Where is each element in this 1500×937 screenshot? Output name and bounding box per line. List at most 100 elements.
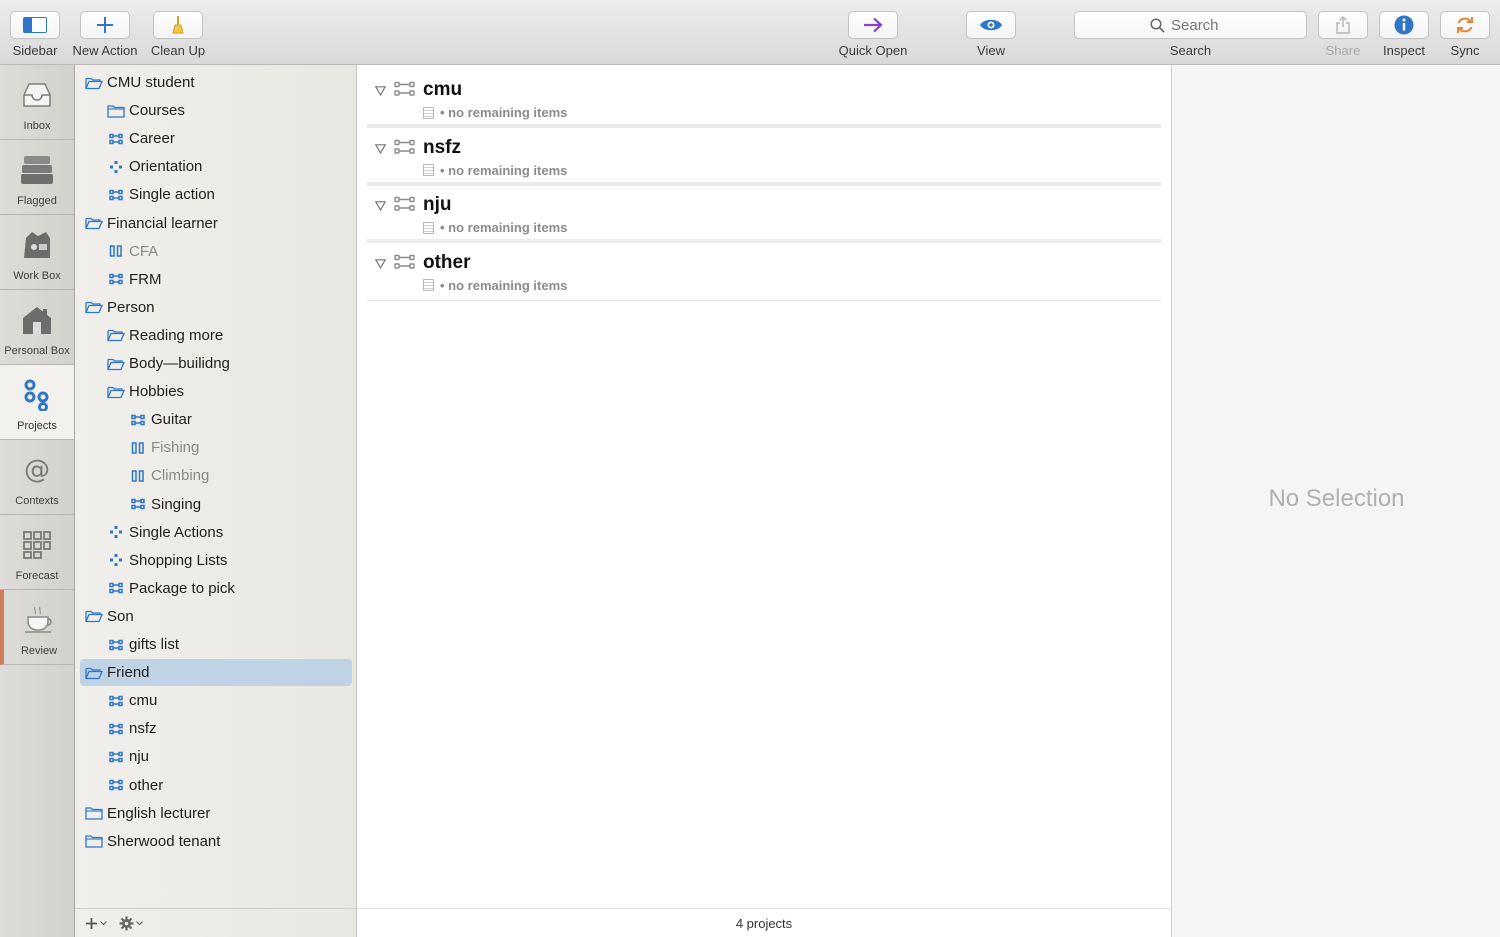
view-item[interactable]: View	[966, 0, 1016, 65]
sidebar-item[interactable]: Sherwood tenant	[80, 828, 352, 855]
view-button[interactable]	[966, 11, 1016, 39]
sidebar-item-label: Courses	[129, 102, 185, 120]
project-title[interactable]: cmu	[423, 79, 462, 101]
perspective-contexts[interactable]: @ Contexts	[0, 440, 74, 515]
perspective-inbox[interactable]: Inbox	[0, 65, 74, 140]
quick-open-button[interactable]	[848, 11, 898, 39]
sidebar-item[interactable]: Friend	[80, 659, 352, 687]
search-icon	[1150, 17, 1165, 33]
open-folder-icon	[106, 325, 126, 345]
sidebar-item[interactable]: English lecturer	[80, 800, 352, 827]
sidebar-item[interactable]: Singing	[80, 491, 352, 518]
project-title[interactable]: nju	[423, 194, 452, 216]
sidebar-item[interactable]: Orientation	[80, 153, 352, 180]
folder-icon	[84, 803, 104, 823]
project-row[interactable]: other • no remaining items	[367, 244, 1161, 301]
sidebar-item[interactable]: Shopping Lists	[80, 547, 352, 574]
sidebar-item[interactable]: FRM	[80, 266, 352, 293]
sidebar-item[interactable]: CFA	[80, 238, 352, 265]
forecast-icon	[23, 531, 51, 559]
sidebar-toggle-button[interactable]	[10, 11, 60, 39]
sidebar-item-label: Shopping Lists	[129, 551, 228, 569]
inspect-button[interactable]	[1379, 11, 1429, 39]
perspective-projects[interactable]: Projects	[0, 365, 74, 440]
sidebar-item[interactable]: Climbing	[80, 462, 352, 489]
new-action-button[interactable]	[80, 11, 130, 39]
share-button[interactable]	[1318, 11, 1368, 39]
sidebar-item[interactable]: nsfz	[80, 715, 352, 742]
sidebar-item[interactable]: Guitar	[80, 406, 352, 433]
contexts-icon: @	[24, 455, 50, 485]
sidebar-item-label: Body—builidng	[129, 355, 230, 372]
clean-up-item[interactable]: Clean Up	[150, 0, 206, 65]
sequential-project-icon	[394, 254, 416, 275]
inspect-item[interactable]: Inspect	[1379, 0, 1429, 65]
share-item[interactable]: Share	[1318, 0, 1368, 65]
search-label: Search	[1169, 43, 1212, 58]
sidebar-item[interactable]: Reading more	[80, 322, 352, 349]
disclosure-triangle-icon[interactable]	[374, 198, 387, 216]
clean-up-button[interactable]	[153, 11, 203, 39]
sidebar-item[interactable]: Single Actions	[80, 519, 352, 546]
project-title[interactable]: other	[423, 252, 471, 274]
sidebar-item[interactable]: nju	[80, 743, 352, 770]
search-item: Search	[1074, 0, 1307, 65]
sync-button[interactable]	[1440, 11, 1490, 39]
sidebar-item[interactable]: Fishing	[80, 434, 352, 461]
info-icon	[1394, 15, 1414, 35]
perspective-forecast[interactable]: Forecast	[0, 515, 74, 590]
sidebar-item-label: cmu	[129, 692, 158, 710]
sidebar-toggle-item[interactable]: Sidebar	[10, 0, 60, 65]
status-bullet: •	[440, 277, 449, 293]
sidebar-item-label: Package to pick	[129, 579, 235, 597]
sidebar-item[interactable]: gifts list	[80, 631, 352, 658]
disclosure-triangle-icon[interactable]	[374, 141, 387, 159]
disclosure-triangle-icon[interactable]	[374, 83, 387, 101]
projects-icon	[24, 379, 49, 411]
sidebar-item[interactable]: Hobbies	[80, 378, 352, 405]
sidebar-item[interactable]: Career	[80, 125, 352, 152]
project-row[interactable]: nsfz • no remaining items	[367, 129, 1161, 186]
sequential-project-icon	[106, 578, 126, 598]
sidebar-item[interactable]: CMU student	[80, 69, 352, 96]
sidebar-item[interactable]: Person	[80, 294, 352, 321]
plus-icon	[86, 917, 97, 929]
disclosure-triangle-icon[interactable]	[374, 256, 387, 274]
perspective-personal-box[interactable]: Personal Box	[0, 290, 74, 365]
sidebar-item[interactable]: Package to pick	[80, 575, 352, 602]
perspective-label: Work Box	[13, 270, 61, 282]
settings-menu-button[interactable]	[119, 916, 143, 931]
sidebar-item[interactable]: Courses	[80, 97, 352, 124]
sidebar-item-label: Climbing	[151, 467, 210, 485]
sidebar-item[interactable]: Financial learner	[80, 210, 352, 237]
perspective-work-box[interactable]: Work Box	[0, 215, 74, 290]
sidebar-item-label: Fishing	[151, 439, 200, 457]
sidebar-item[interactable]: Body—builidng	[80, 350, 352, 377]
sequential-project-icon	[106, 635, 126, 655]
search-field[interactable]	[1074, 11, 1307, 39]
sidebar-item-label: CMU student	[107, 74, 195, 91]
sidebar-item[interactable]: Son	[80, 603, 352, 630]
new-action-item[interactable]: New Action	[72, 0, 138, 65]
new-action-label: New Action	[72, 43, 138, 58]
project-row[interactable]: cmu • no remaining items	[367, 71, 1161, 128]
sync-item[interactable]: Sync	[1440, 0, 1490, 65]
sidebar-item[interactable]: other	[80, 772, 352, 799]
perspective-review[interactable]: Review	[0, 590, 74, 665]
sidebar-item-label: gifts list	[129, 636, 180, 653]
sidebar-item-label: Son	[107, 607, 134, 625]
work-box-icon	[24, 232, 50, 258]
personal-box-icon	[23, 307, 51, 334]
sidebar-item[interactable]: Single action	[80, 181, 352, 208]
project-row[interactable]: nju • no remaining items	[367, 186, 1161, 243]
project-sidebar: CMU student Courses Career Orientation Singl…	[75, 65, 357, 937]
sidebar-item-label: nju	[129, 748, 150, 766]
quick-open-item[interactable]: Quick Open	[839, 0, 907, 65]
add-menu-button[interactable]	[85, 917, 107, 930]
perspective-flagged[interactable]: Flagged	[0, 140, 74, 215]
clean-up-label: Clean Up	[150, 43, 206, 58]
search-input[interactable]	[1171, 16, 1231, 34]
open-folder-icon	[106, 354, 126, 374]
project-title[interactable]: nsfz	[423, 137, 461, 159]
sidebar-item[interactable]: cmu	[80, 687, 352, 714]
